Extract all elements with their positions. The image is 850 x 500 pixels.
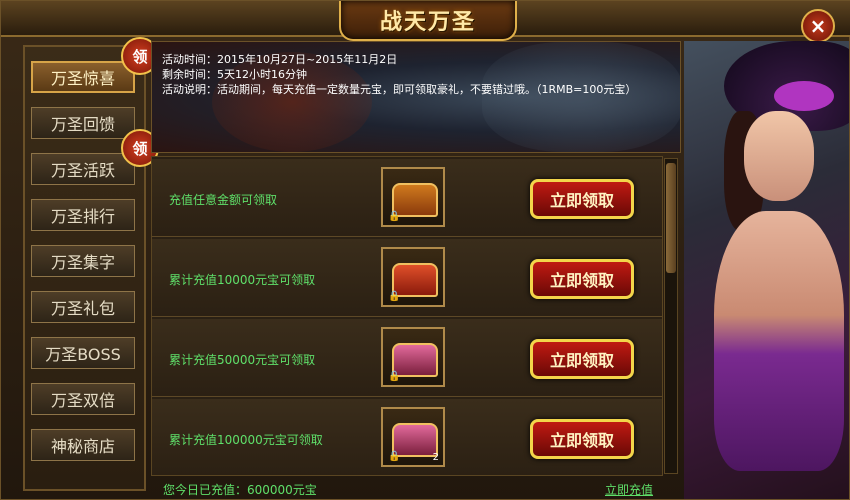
face-art bbox=[744, 111, 814, 201]
reward-list-scrollbar[interactable] bbox=[664, 158, 678, 474]
reward-row: 累计充值10000元宝可领取 🔒 立即领取 bbox=[152, 239, 662, 317]
sidebar-item-halloween-surprise[interactable]: 万圣惊喜 bbox=[31, 61, 135, 93]
sidebar: 万圣惊喜 万圣回馈 万圣活跃 万圣排行 万圣集字 万圣礼包 万圣BOSS 万圣双… bbox=[23, 45, 146, 491]
reward-row: 充值任意金额可领取 🔒 立即领取 bbox=[152, 159, 662, 237]
lock-icon: 🔒 bbox=[388, 451, 401, 462]
sidebar-item-label: 万圣回馈 bbox=[50, 115, 115, 134]
sidebar-item-label: 万圣排行 bbox=[50, 207, 115, 226]
red-chest-icon: 🔒 bbox=[381, 247, 445, 307]
close-icon[interactable]: × bbox=[801, 9, 835, 43]
lock-icon: 🔒 bbox=[388, 211, 401, 222]
window-title: 战天万圣 bbox=[379, 10, 476, 35]
remaining-time-value: 5天12小时16分钟 bbox=[217, 68, 307, 81]
event-desc-value: 活动期间，每天充值一定数量元宝，即可领取豪礼，不要错过哦。（1RMB=100元宝… bbox=[217, 83, 637, 96]
sidebar-item-halloween-active[interactable]: 万圣活跃 bbox=[31, 153, 135, 185]
event-banner: 活动时间： 2015年10月27日~2015年11月2日 剩余时间： 5天12小时1… bbox=[151, 41, 681, 153]
claim-button[interactable]: 立即领取 bbox=[530, 259, 634, 299]
sidebar-item-halloween-double[interactable]: 万圣双倍 bbox=[31, 383, 135, 415]
reward-condition: 充值任意金额可领取 bbox=[169, 193, 278, 207]
footer: 您今日已充值：600000元宝 立即充值 bbox=[151, 477, 681, 499]
sidebar-item-halloween-gift-pack[interactable]: 万圣礼包 bbox=[31, 291, 135, 323]
event-time-label: 活动时间： bbox=[162, 53, 217, 66]
hat-bow-art bbox=[774, 81, 834, 111]
event-window: 战天万圣 × 万圣惊喜 万圣回馈 万圣活跃 万圣排行 万圣集字 万圣礼包 万圣B… bbox=[0, 0, 850, 500]
pink-chest-icon: 🔒 2 bbox=[381, 407, 445, 467]
scrollbar-thumb[interactable] bbox=[666, 163, 676, 273]
sidebar-item-label: 神秘商店 bbox=[50, 437, 115, 456]
today-recharge-text: 您今日已充值：600000元宝 bbox=[163, 483, 317, 497]
reward-row: 累计充值100000元宝可领取 🔒 2 立即领取 bbox=[152, 399, 662, 475]
event-time-value: 2015年10月27日~2015年11月2日 bbox=[217, 53, 398, 66]
reward-condition: 累计充值10000元宝可领取 bbox=[169, 273, 316, 287]
event-desc-label: 活动说明： bbox=[162, 83, 217, 96]
claim-button[interactable]: 立即领取 bbox=[530, 339, 634, 379]
sidebar-item-halloween-ranking[interactable]: 万圣排行 bbox=[31, 199, 135, 231]
event-info: 活动时间： 2015年10月27日~2015年11月2日 剩余时间： 5天12小时1… bbox=[162, 52, 667, 97]
pink-chest-icon: 🔒 bbox=[381, 327, 445, 387]
sidebar-item-halloween-feedback[interactable]: 万圣回馈 bbox=[31, 107, 135, 139]
reward-list: 充值任意金额可领取 🔒 立即领取 累计充值10000元宝可领取 🔒 立即领取 累… bbox=[151, 156, 663, 476]
sidebar-item-label: 万圣集字 bbox=[50, 253, 115, 272]
witch-character-portrait bbox=[684, 41, 849, 499]
sidebar-item-label: 万圣活跃 bbox=[50, 161, 115, 180]
reward-row: 累计充值50000元宝可领取 🔒 立即领取 bbox=[152, 319, 662, 397]
item-count: 2 bbox=[432, 452, 439, 463]
claim-button[interactable]: 立即领取 bbox=[530, 179, 634, 219]
sidebar-item-label: 万圣礼包 bbox=[50, 299, 115, 318]
body-art bbox=[714, 211, 844, 471]
title-plate: 战天万圣 bbox=[339, 1, 517, 41]
sidebar-item-label: 万圣BOSS bbox=[45, 345, 121, 364]
reward-condition: 累计充值50000元宝可领取 bbox=[169, 353, 316, 367]
sidebar-item-halloween-collect-words[interactable]: 万圣集字 bbox=[31, 245, 135, 277]
claim-button[interactable]: 立即领取 bbox=[530, 419, 634, 459]
sidebar-item-label: 万圣惊喜 bbox=[50, 69, 115, 88]
lock-icon: 🔒 bbox=[388, 291, 401, 302]
lock-icon: 🔒 bbox=[388, 371, 401, 382]
gold-chest-icon: 🔒 bbox=[381, 167, 445, 227]
sidebar-item-halloween-boss[interactable]: 万圣BOSS bbox=[31, 337, 135, 369]
recharge-now-link[interactable]: 立即充值 bbox=[605, 481, 653, 498]
remaining-time-label: 剩余时间： bbox=[162, 68, 217, 81]
sidebar-item-mystery-shop[interactable]: 神秘商店 bbox=[31, 429, 135, 461]
reward-condition: 累计充值100000元宝可领取 bbox=[169, 433, 323, 447]
sidebar-item-label: 万圣双倍 bbox=[50, 391, 115, 410]
